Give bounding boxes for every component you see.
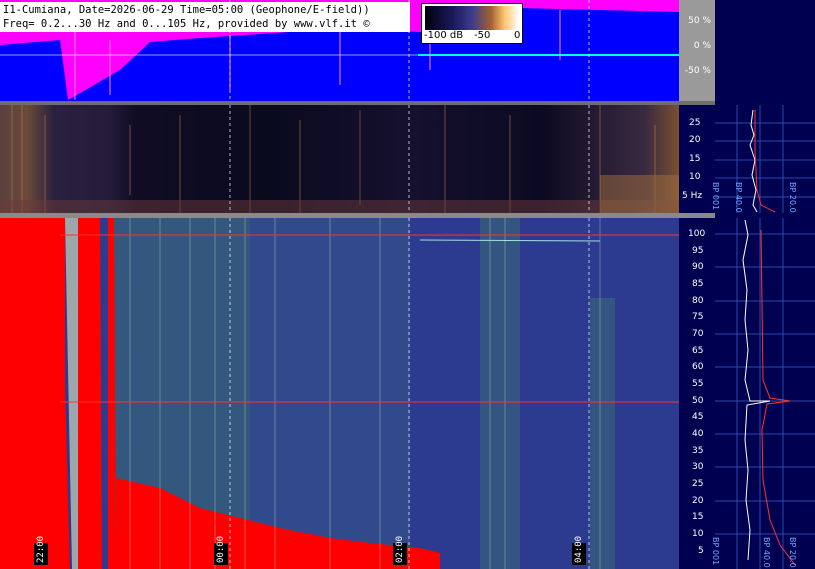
bp-label: BP 001	[711, 182, 720, 211]
highfreq-tick: 95	[692, 246, 704, 256]
colorbar-gradient	[425, 6, 519, 30]
lowfreq-tick: 20	[689, 135, 701, 145]
highfreq-tick: 45	[692, 412, 704, 422]
highfreq-tick: 100	[688, 229, 706, 239]
highfreq-tick: 20	[692, 496, 704, 506]
lowfreq-tick: 5 Hz	[682, 191, 703, 201]
highfreq-tick: 85	[692, 279, 704, 289]
highfreq-spectrogram: 22:00 00:00 02:00 04:00	[0, 218, 679, 569]
time-label-22: 22:00	[34, 535, 48, 565]
bp-label: BP 001	[711, 537, 720, 566]
time-label-00: 00:00	[214, 535, 228, 565]
highfreq-tick: 40	[692, 429, 704, 439]
highfreq-tick: 25	[692, 479, 704, 489]
lowfreq-spectrogram-image	[0, 105, 679, 213]
bp-label: BP 40.0	[762, 537, 771, 568]
waveform-panel: I1-Cumiana, Date=2026-06-29 Time=05:00 (…	[0, 0, 679, 101]
colorbar-legend: -100 dB -50 0	[421, 3, 523, 44]
highfreq-tick: 30	[692, 462, 704, 472]
highfreq-tick: 15	[692, 512, 704, 522]
time-label-02: 02:00	[393, 535, 407, 565]
highfreq-tick: 10	[692, 529, 704, 539]
colorbar-mid-label: -50	[474, 30, 491, 41]
lowfreq-tick: 15	[689, 154, 701, 164]
bp-label: BP 40.0	[734, 182, 743, 213]
colorbar-max-label: 0	[514, 30, 521, 41]
lowfreq-tick: 10	[689, 172, 701, 182]
highfreq-tick: 90	[692, 262, 704, 272]
colorbar-min-label: -100 dB	[424, 30, 464, 41]
frequency-info: Freq= 0.2...30 Hz and 0...105 Hz, provid…	[3, 18, 370, 30]
highfreq-tick: 60	[692, 362, 704, 372]
highfreq-axis: 100 95 90 85 80 75 70 65 60 55 50 45 40 …	[679, 218, 715, 569]
lowfreq-axis: 25 20 15 10 5 Hz	[679, 105, 715, 213]
highfreq-tick: 65	[692, 346, 704, 356]
highfreq-spectrogram-image	[0, 218, 679, 569]
bp-label: BP 20.0	[788, 537, 797, 568]
bp-label: BP 20.0	[788, 182, 797, 213]
highfreq-tick: 5	[698, 546, 704, 556]
highfreq-tick: 80	[692, 296, 704, 306]
lowfreq-spectrogram	[0, 105, 679, 213]
highfreq-tick: 70	[692, 329, 704, 339]
highfreq-tick: 55	[692, 379, 704, 389]
header-info-box: I1-Cumiana, Date=2026-06-29 Time=05:00 (…	[0, 2, 410, 32]
scale-top: 50 %	[688, 16, 711, 26]
spectrum-side-panel: BP 001 BP 40.0 BP 20.0 BP 001 BP 40.0 BP…	[711, 0, 815, 569]
station-title: I1-Cumiana, Date=2026-06-29 Time=05:00 (…	[3, 4, 370, 16]
highfreq-tick: 50	[692, 396, 704, 406]
highfreq-tick: 35	[692, 446, 704, 456]
waveform-scale: 50 % 0 % -50 %	[679, 0, 715, 101]
highfreq-tick: 75	[692, 312, 704, 322]
lowfreq-tick: 25	[689, 118, 701, 128]
scale-bottom: -50 %	[684, 66, 711, 76]
spectrum-profile-plot	[715, 105, 815, 569]
time-label-04: 04:00	[572, 535, 586, 565]
scale-mid: 0 %	[693, 41, 711, 51]
